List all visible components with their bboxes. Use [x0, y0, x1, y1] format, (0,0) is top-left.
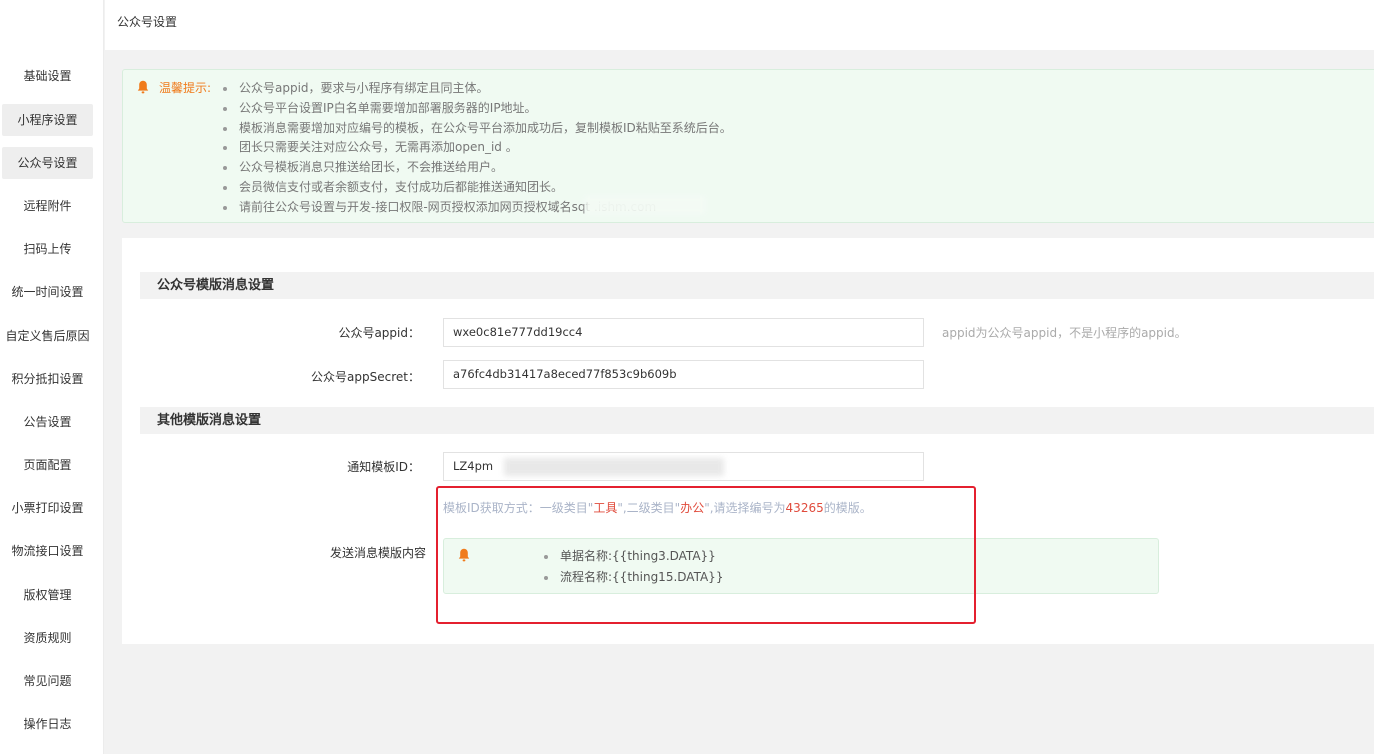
sidebar-item-points[interactable]: 积分抵扣设置	[2, 363, 93, 395]
tip-item: 公众号模板消息只推送给团长，不会推送给用户。	[223, 158, 732, 178]
template-number: 43265	[785, 501, 824, 515]
sidebar: 基础设置 小程序设置 公众号设置 远程附件 扫码上传 统一时间设置 自定义售后原…	[0, 0, 104, 754]
sidebar-item-basic[interactable]: 基础设置	[2, 60, 93, 92]
template-id-value: LZ4pm	[453, 459, 494, 473]
category-2: 办公	[680, 501, 705, 515]
bell-icon	[458, 548, 470, 562]
sidebar-item-page-config[interactable]: 页面配置	[2, 449, 93, 481]
redaction-blur	[504, 458, 724, 476]
tip-item: 团长只需要关注对应公众号，无需再添加open_id 。	[223, 138, 732, 158]
tip-item: 公众号平台设置IP白名单需要增加部署服务器的IP地址。	[223, 99, 732, 119]
category-1: 工具	[593, 501, 618, 515]
page-title: 公众号设置	[117, 15, 178, 29]
sidebar-item-operation-log[interactable]: 操作日志	[2, 708, 93, 740]
template-content-box: 单据名称:{{thing3.DATA}} 流程名称:{{thing15.DATA…	[443, 538, 1159, 594]
list-item: 流程名称:{{thing15.DATA}}	[544, 567, 723, 588]
tip-item: 会员微信支付或者余额支付，支付成功后都能推送通知团长。	[223, 178, 732, 198]
tip-label: 温馨提示:	[159, 81, 212, 95]
content-label: 发送消息模版内容	[329, 546, 426, 560]
page-header: 公众号设置	[105, 0, 1374, 50]
sidebar-item-remote-attachment[interactable]: 远程附件	[2, 190, 93, 222]
settings-card: 公众号模版消息设置 公众号appid： wxe0c81e777dd19cc4 a…	[122, 238, 1374, 644]
appsecret-input[interactable]: a76fc4db31417a8eced77f853c9b609b	[443, 360, 924, 389]
sidebar-item-miniprogram[interactable]: 小程序设置	[2, 104, 93, 136]
bell-icon	[137, 80, 149, 94]
appsecret-label: 公众号appSecret：	[311, 370, 420, 384]
sidebar-item-copyright[interactable]: 版权管理	[2, 579, 93, 611]
sidebar-item-receipt-print[interactable]: 小票打印设置	[2, 492, 93, 524]
appid-input[interactable]: wxe0c81e777dd19cc4	[443, 318, 924, 347]
list-item: 单据名称:{{thing3.DATA}}	[544, 546, 723, 567]
template-id-input[interactable]: LZ4pm	[443, 452, 924, 481]
tip-item: 模板消息需要增加对应编号的模板，在公众号平台添加成功后，复制模板ID粘贴至系统后…	[223, 119, 732, 139]
sidebar-item-qualification[interactable]: 资质规则	[2, 622, 93, 654]
sidebar-item-announcement[interactable]: 公告设置	[2, 406, 93, 438]
sidebar-item-faq[interactable]: 常见问题	[2, 665, 93, 697]
redaction-blur	[585, 196, 705, 214]
sidebar-item-scan-upload[interactable]: 扫码上传	[2, 233, 93, 265]
appid-label: 公众号appid：	[338, 326, 420, 340]
appid-hint: appid为公众号appid，不是小程序的appid。	[942, 326, 1187, 340]
sidebar-item-logistics[interactable]: 物流接口设置	[2, 535, 93, 567]
template-howto: 模板ID获取方式：一级类目"工具",二级类目"办公",请选择编号为43265的模…	[443, 501, 872, 515]
tip-item: 公众号appid，要求与小程序有绑定且同主体。	[223, 79, 732, 99]
section-title-other-template: 其他模版消息设置	[140, 407, 1374, 434]
section-title-template-message: 公众号模版消息设置	[140, 272, 1374, 299]
sidebar-item-aftersale-reasons[interactable]: 自定义售后原因	[2, 320, 93, 352]
sidebar-item-official-account[interactable]: 公众号设置	[2, 147, 93, 179]
template-id-label: 通知模板ID：	[347, 460, 420, 474]
template-content-list: 单据名称:{{thing3.DATA}} 流程名称:{{thing15.DATA…	[544, 546, 723, 588]
tip-panel: 温馨提示: 公众号appid，要求与小程序有绑定且同主体。 公众号平台设置IP白…	[122, 69, 1374, 223]
sidebar-item-time-settings[interactable]: 统一时间设置	[2, 276, 93, 308]
